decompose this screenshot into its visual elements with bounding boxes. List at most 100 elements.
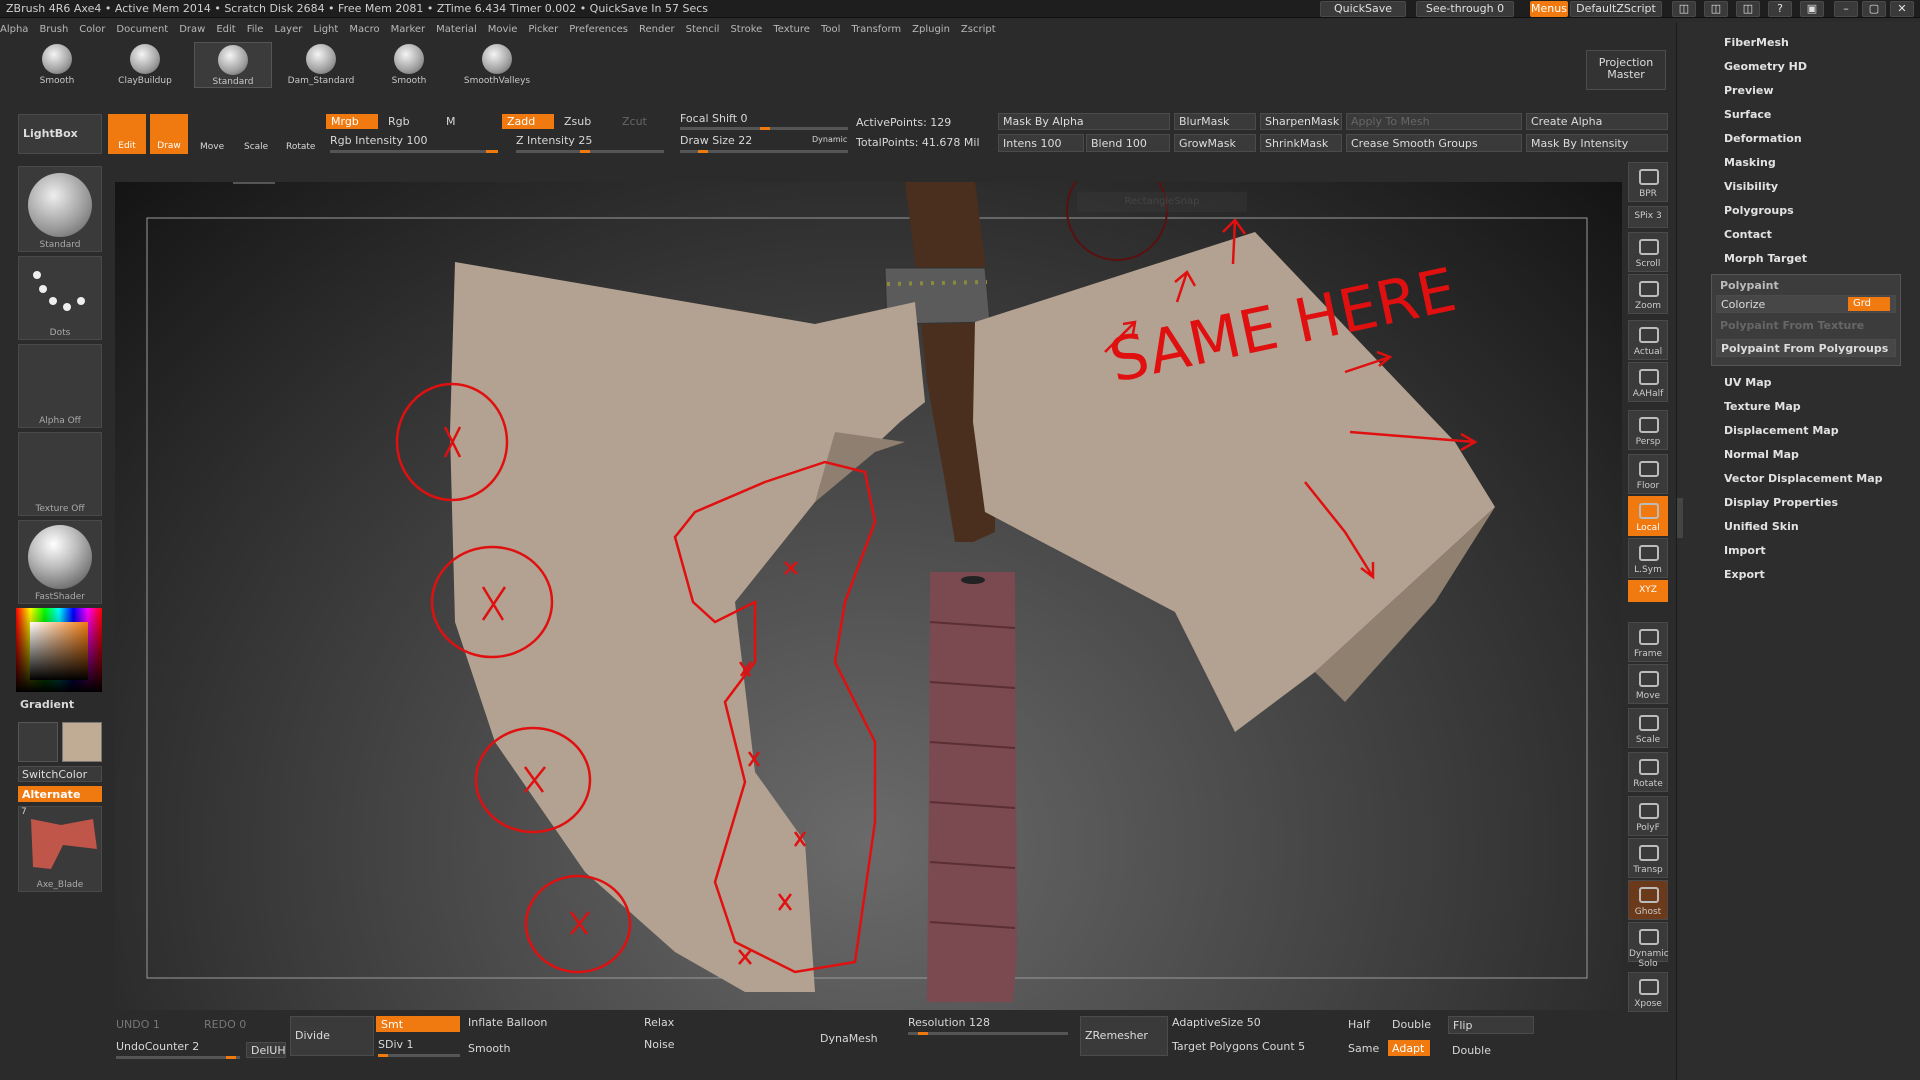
menu-preferences[interactable]: Preferences — [569, 24, 628, 35]
create-alpha-button[interactable]: Create Alpha — [1526, 113, 1668, 130]
default-zscript-button[interactable]: DefaultZScript — [1570, 1, 1662, 17]
dynamic-toggle[interactable]: Dynamic — [812, 135, 847, 144]
relax-button[interactable]: Relax — [644, 1016, 674, 1029]
palette-fibermesh[interactable]: FiberMesh — [1724, 36, 1789, 49]
palette-display-properties[interactable]: Display Properties — [1724, 496, 1838, 509]
rgb-button[interactable]: Rgb — [388, 115, 410, 128]
deluh-button[interactable]: DelUH — [246, 1042, 286, 1058]
alternate-button[interactable]: Alternate — [18, 786, 102, 802]
shelf-dynamic-solo[interactable]: Dynamic Solo — [1628, 922, 1669, 969]
layout-icon[interactable]: ◫ — [1672, 1, 1696, 17]
palette-uv-map[interactable]: UV Map — [1724, 376, 1772, 389]
shelf-ghost[interactable]: Ghost — [1628, 880, 1668, 920]
target-polygons-slider[interactable]: Target Polygons Count 5 — [1172, 1040, 1305, 1053]
growmask-button[interactable]: GrowMask — [1174, 134, 1256, 152]
main-color-swatch[interactable] — [62, 722, 102, 762]
mask-by-intensity-button[interactable]: Mask By Intensity — [1526, 134, 1668, 152]
same-button[interactable]: Same — [1348, 1042, 1379, 1055]
menu-stroke[interactable]: Stroke — [730, 24, 762, 35]
smooth-slider[interactable]: Smooth — [468, 1042, 510, 1055]
shelf-aahalf[interactable]: AAHalf — [1628, 362, 1668, 402]
palette-deformation[interactable]: Deformation — [1724, 132, 1802, 145]
menu-material[interactable]: Material — [436, 24, 477, 35]
rgb-intensity-track[interactable] — [330, 150, 498, 153]
alpha-thumbnail[interactable]: Alpha Off — [18, 344, 102, 428]
half-button[interactable]: Half — [1348, 1018, 1370, 1031]
palette-polygroups[interactable]: Polygroups — [1724, 204, 1794, 217]
brush-smoothvalleys-5[interactable]: SmoothValleys — [458, 42, 536, 88]
polypaint-from-polygroups-button[interactable]: Polypaint From Polygroups — [1716, 339, 1896, 357]
shelf-zoom[interactable]: Zoom — [1628, 274, 1668, 314]
palette-normal-map[interactable]: Normal Map — [1724, 448, 1799, 461]
adapt-button[interactable]: Adapt — [1388, 1040, 1430, 1056]
smt-button[interactable]: Smt — [376, 1016, 460, 1032]
menu-texture[interactable]: Texture — [773, 24, 810, 35]
brush-dam_standard-3[interactable]: Dam_Standard — [282, 42, 360, 88]
menu-light[interactable]: Light — [313, 24, 338, 35]
zadd-button[interactable]: Zadd — [502, 114, 554, 129]
palette-unified-skin[interactable]: Unified Skin — [1724, 520, 1799, 533]
focal-shift-track[interactable] — [680, 127, 848, 130]
palette-masking[interactable]: Masking — [1724, 156, 1776, 169]
shelf-rotate[interactable]: Rotate — [1628, 752, 1668, 792]
adaptive-size-slider[interactable]: AdaptiveSize 50 — [1172, 1016, 1261, 1029]
grd-button[interactable]: Grd — [1848, 297, 1890, 311]
palette-visibility[interactable]: Visibility — [1724, 180, 1778, 193]
double-button[interactable]: Double — [1392, 1018, 1431, 1031]
resolution-track[interactable] — [908, 1032, 1068, 1035]
palette-preview[interactable]: Preview — [1724, 84, 1774, 97]
menu-file[interactable]: File — [247, 24, 264, 35]
minimize-icon[interactable]: – — [1834, 1, 1858, 17]
menu-document[interactable]: Document — [116, 24, 168, 35]
projection-master-button[interactable]: Projection Master — [1586, 50, 1666, 90]
intens-slider[interactable]: Intens 100 — [998, 134, 1084, 152]
palette-contact[interactable]: Contact — [1724, 228, 1772, 241]
menus-button[interactable]: Menus — [1530, 1, 1568, 17]
dynamesh-button[interactable]: DynaMesh — [820, 1032, 878, 1045]
inflate-balloon-slider[interactable]: Inflate Balloon — [468, 1016, 547, 1029]
draw-size-slider[interactable]: Draw Size 22 — [680, 134, 752, 147]
polypaint-from-texture-button[interactable]: Polypaint From Texture — [1720, 319, 1864, 332]
close-icon[interactable]: ✕ — [1890, 1, 1914, 17]
shelf-bpr[interactable]: BPR — [1628, 162, 1668, 202]
switchcolor-button[interactable]: SwitchColor — [18, 766, 102, 782]
shelf-scale[interactable]: Scale — [1628, 708, 1668, 748]
menu-marker[interactable]: Marker — [391, 24, 426, 35]
menu-macro[interactable]: Macro — [349, 24, 379, 35]
menu-zplugin[interactable]: Zplugin — [912, 24, 950, 35]
scale-button[interactable]: Scale — [244, 142, 268, 152]
palette-vector-displacement-map[interactable]: Vector Displacement Map — [1724, 472, 1883, 485]
shelf-scroll[interactable]: Scroll — [1628, 232, 1668, 272]
crease-smooth-groups-button[interactable]: Crease Smooth Groups — [1346, 134, 1522, 152]
palette-scrollbar[interactable] — [1677, 498, 1683, 538]
brush-smooth-0[interactable]: Smooth — [18, 42, 96, 88]
mask-by-alpha-button[interactable]: Mask By Alpha — [998, 113, 1170, 130]
blend-slider[interactable]: Blend 100 — [1086, 134, 1170, 152]
menu-brush[interactable]: Brush — [39, 24, 68, 35]
menu-movie[interactable]: Movie — [488, 24, 518, 35]
menu-zscript[interactable]: Zscript — [961, 24, 996, 35]
lock-icon[interactable]: ▣ — [1800, 1, 1824, 17]
secondary-color-swatch[interactable] — [18, 722, 58, 762]
palette-icon[interactable]: ◫ — [1704, 1, 1728, 17]
shelf-persp[interactable]: Persp — [1628, 410, 1668, 450]
help-icon[interactable]: ? — [1768, 1, 1792, 17]
sharpenmask-button[interactable]: SharpenMask — [1260, 113, 1342, 130]
menu-draw[interactable]: Draw — [179, 24, 205, 35]
menu-transform[interactable]: Transform — [851, 24, 901, 35]
undo-button[interactable]: UNDO 1 — [116, 1018, 160, 1031]
palette-surface[interactable]: Surface — [1724, 108, 1771, 121]
brush-standard-2[interactable]: Standard — [194, 42, 272, 88]
see-through-slider[interactable]: See-through 0 — [1416, 1, 1514, 17]
palette-morph-target[interactable]: Morph Target — [1724, 252, 1807, 265]
menu-tool[interactable]: Tool — [821, 24, 840, 35]
color-picker[interactable] — [16, 608, 102, 692]
brush-claybuildup-1[interactable]: ClayBuildup — [106, 42, 184, 88]
shelf-spix-3[interactable]: SPix 3 — [1628, 206, 1668, 228]
color-square[interactable] — [30, 622, 88, 680]
palette-import[interactable]: Import — [1724, 544, 1766, 557]
zcut-button[interactable]: Zcut — [622, 115, 647, 128]
menu-color[interactable]: Color — [79, 24, 105, 35]
material-thumbnail[interactable]: FastShader — [18, 520, 102, 604]
shelf-transp[interactable]: Transp — [1628, 838, 1668, 878]
